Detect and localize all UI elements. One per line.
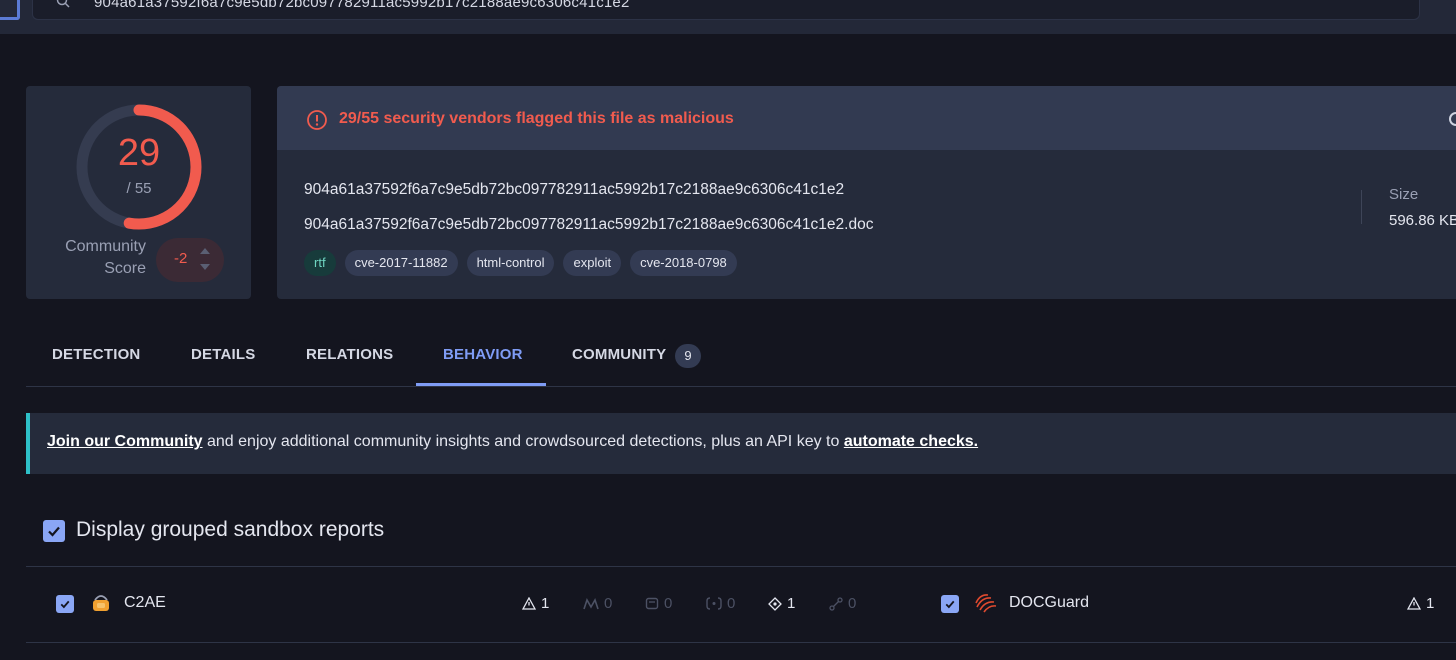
banner-text: Join our Community and enjoy additional … xyxy=(47,433,979,450)
community-count-badge: 9 xyxy=(675,344,701,368)
grouped-reports-label: Display grouped sandbox reports xyxy=(76,518,385,541)
community-banner: Join our Community and enjoy additional … xyxy=(26,413,1456,474)
score-card: 29 / 55 Community Score -2 xyxy=(26,86,251,299)
stat-sigma: 0 xyxy=(706,595,735,612)
tag[interactable]: rtf xyxy=(304,250,336,276)
diamond-icon xyxy=(768,596,782,611)
join-community-link[interactable]: Join our Community xyxy=(47,433,203,450)
stat-mitre: 0 xyxy=(583,595,612,612)
warning-icon xyxy=(522,597,536,610)
tab-bar: DETECTION DETAILS RELATIONS BEHAVIOR COM… xyxy=(26,326,1456,387)
tab-details[interactable]: DETAILS xyxy=(191,326,255,386)
ids-icon xyxy=(645,597,659,610)
divider xyxy=(26,642,1456,643)
tag[interactable]: html-control xyxy=(466,250,555,276)
c2ae-logo-icon xyxy=(93,595,109,611)
stat-alerts: 1 xyxy=(522,595,549,612)
mitre-icon xyxy=(583,597,599,609)
sandbox-checkbox-docguard[interactable] xyxy=(941,595,959,613)
tag[interactable]: exploit xyxy=(563,250,622,276)
divider xyxy=(1361,190,1362,224)
stat-alerts: 1 xyxy=(1407,595,1434,612)
file-info-card: 29/55 security vendors flagged this file… xyxy=(277,86,1456,299)
search-input[interactable]: 904a61a37592f6a7c9e5db72bc097782911ac599… xyxy=(94,0,630,11)
link-icon xyxy=(829,596,843,611)
sigma-rules-icon xyxy=(706,597,722,610)
check-icon xyxy=(48,526,60,537)
stat-ids: 0 xyxy=(645,595,672,612)
automate-checks-link[interactable]: automate checks. xyxy=(844,433,978,450)
stat-connections: 0 xyxy=(829,595,856,612)
tab-community[interactable]: COMMUNITY xyxy=(572,326,666,386)
size-value: 596.86 KB xyxy=(1389,212,1456,229)
community-score-value: -2 xyxy=(174,250,188,267)
file-name: 904a61a37592f6a7c9e5db72bc097782911ac599… xyxy=(304,216,874,233)
file-tags: rtf cve-2017-11882 html-control exploit … xyxy=(304,250,737,276)
divider xyxy=(26,386,1456,387)
docguard-logo-icon xyxy=(975,594,997,613)
tag[interactable]: cve-2017-11882 xyxy=(344,250,458,276)
detection-count: 29 xyxy=(117,132,161,174)
check-icon xyxy=(60,600,70,609)
grouped-reports-checkbox[interactable] xyxy=(43,520,65,542)
sandbox-name: C2AE xyxy=(124,594,166,611)
sandbox-checkbox-c2ae[interactable] xyxy=(56,595,74,613)
file-hash[interactable]: 904a61a37592f6a7c9e5db72bc097782911ac599… xyxy=(304,181,844,199)
tab-behavior[interactable]: BEHAVIOR xyxy=(443,326,523,386)
logo-icon[interactable] xyxy=(0,0,20,20)
warning-icon xyxy=(1407,597,1421,610)
tag[interactable]: cve-2018-0798 xyxy=(630,250,737,276)
alert-circle-icon xyxy=(307,110,327,130)
top-bar: 904a61a37592f6a7c9e5db72bc097782911ac599… xyxy=(0,0,1456,34)
detection-total: / 55 xyxy=(126,180,152,197)
community-score-label: Community Score xyxy=(65,238,146,277)
divider xyxy=(26,566,1456,567)
tab-relations[interactable]: RELATIONS xyxy=(306,326,393,386)
size-label: Size xyxy=(1389,186,1419,203)
community-vote[interactable]: -2 xyxy=(156,238,224,282)
sandbox-name: DOCGuard xyxy=(1009,594,1090,611)
alert-text: 29/55 security vendors flagged this file… xyxy=(339,110,734,127)
search-icon xyxy=(56,0,70,8)
stat-network: 1 xyxy=(768,595,795,612)
vote-up-icon[interactable] xyxy=(200,248,210,254)
vote-down-icon[interactable] xyxy=(200,264,210,270)
tab-detection[interactable]: DETECTION xyxy=(52,326,140,386)
alert-bar: 29/55 security vendors flagged this file… xyxy=(277,86,1456,150)
reanalyze-icon[interactable] xyxy=(1449,112,1456,126)
check-icon xyxy=(945,600,955,609)
